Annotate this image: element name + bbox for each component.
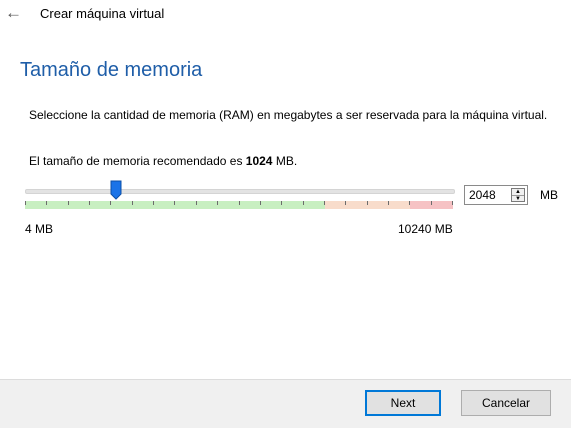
slider-max-label: 10240 MB — [398, 222, 453, 236]
memory-value-input[interactable] — [465, 186, 513, 204]
spin-buttons: ▲ ▼ — [511, 188, 525, 202]
slider-tick — [323, 201, 325, 205]
slider-tick — [409, 201, 411, 205]
recommend-prefix: El tamaño de memoria recomendado es — [29, 154, 246, 168]
slider-tick — [281, 201, 283, 205]
page-title: Tamaño de memoria — [20, 59, 203, 81]
slider-tick — [217, 201, 219, 205]
slider-tick — [174, 201, 176, 205]
slider-tick — [110, 201, 112, 205]
slider-tick — [238, 201, 240, 205]
slider-tick — [153, 201, 155, 205]
memory-slider-track[interactable] — [25, 189, 455, 194]
cancel-button[interactable]: Cancelar — [461, 390, 551, 416]
next-button[interactable]: Next — [365, 390, 441, 416]
slider-tick — [89, 201, 91, 205]
memory-spinbox[interactable]: ▲ ▼ — [464, 185, 528, 205]
slider-tick — [430, 201, 432, 205]
recommended-memory-text: El tamaño de memoria recomendado es 1024… — [29, 154, 297, 169]
slider-tick — [67, 201, 69, 205]
slider-min-label: 4 MB — [25, 222, 54, 236]
memory-unit-label: MB — [540, 188, 558, 202]
recommend-value: 1024 — [245, 154, 273, 168]
slider-tick — [345, 201, 347, 205]
memory-slider-handle[interactable] — [110, 180, 122, 200]
memory-description: Seleccione la cantidad de memoria (RAM) … — [29, 108, 548, 122]
slider-tick — [131, 201, 133, 205]
back-arrow-icon[interactable]: ← — [5, 3, 22, 23]
slider-tick — [46, 201, 48, 205]
slider-tick — [452, 201, 453, 205]
slider-tick — [366, 201, 368, 205]
spin-down-icon[interactable]: ▼ — [512, 195, 524, 202]
slider-tick — [387, 201, 389, 205]
footer-bar: Next Cancelar — [0, 379, 571, 428]
slider-tick — [25, 201, 26, 205]
recommend-suffix: MB. — [272, 154, 298, 168]
wizard-title: Crear máquina virtual — [40, 6, 165, 21]
slider-tick — [302, 201, 304, 205]
slider-tick — [259, 201, 261, 205]
slider-ticks — [25, 201, 453, 206]
slider-tick — [195, 201, 197, 205]
